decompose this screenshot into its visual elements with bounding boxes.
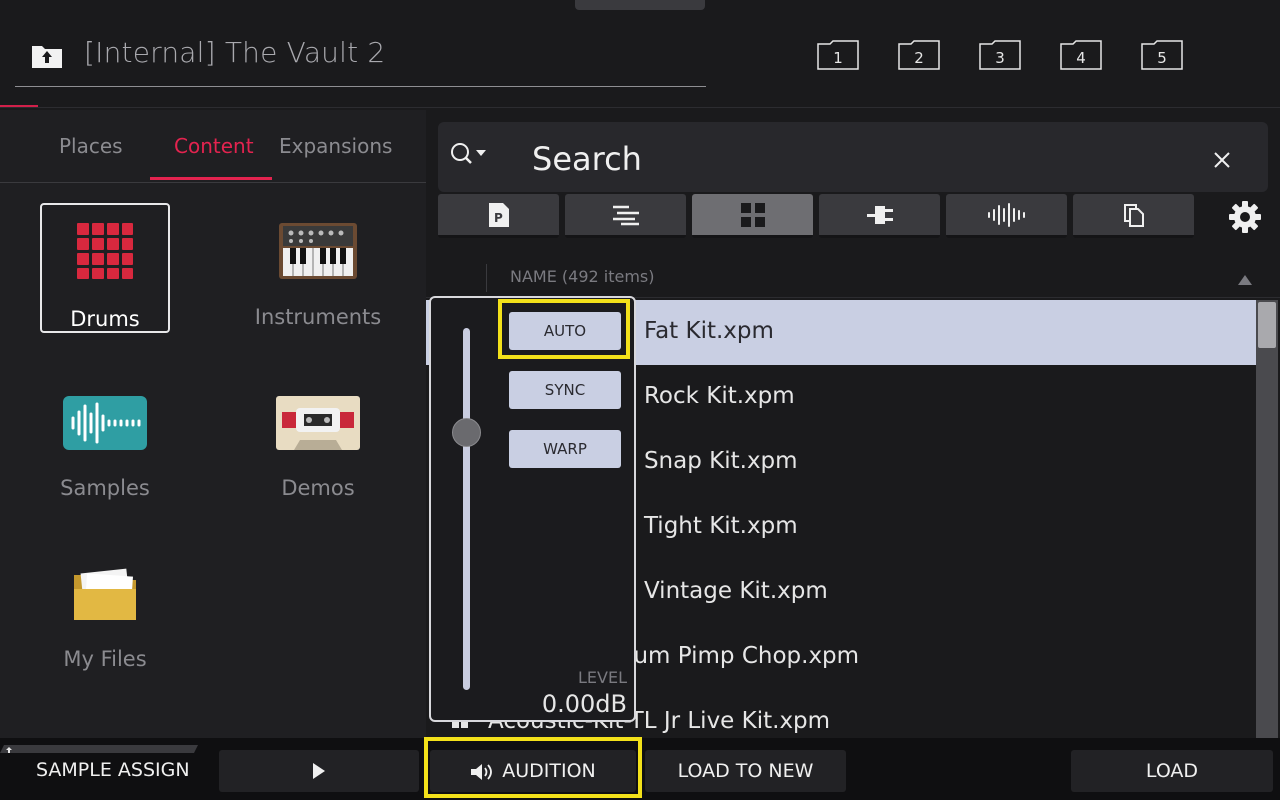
quick-folder-3[interactable]: 3 — [979, 40, 1021, 70]
level-slider-track[interactable] — [463, 328, 470, 690]
filter-kits-button[interactable] — [692, 194, 813, 238]
folder-up-icon[interactable] — [30, 40, 64, 70]
list-scrollbar[interactable] — [1256, 300, 1278, 738]
project-filter-icon — [1123, 203, 1144, 227]
list-item-label: c Fat Kit.xpm — [624, 318, 774, 344]
filter-plugins-button[interactable] — [819, 194, 940, 238]
quick-folder-label: 3 — [995, 49, 1005, 67]
filter-sequences-button[interactable] — [565, 194, 686, 238]
quick-folder-label: 2 — [914, 49, 924, 67]
level-value: 0.00dB — [541, 690, 627, 718]
shift-tab[interactable] — [0, 738, 198, 753]
sequence-filter-icon — [612, 205, 639, 225]
clear-search-icon[interactable] — [1214, 152, 1230, 172]
kit-grid-filter-icon — [740, 202, 765, 227]
content-item-label: Drums — [70, 307, 140, 331]
list-item-label: c Tight Kit.xpm — [624, 513, 798, 539]
load-button[interactable]: LOAD — [1071, 750, 1273, 792]
search-icon[interactable] — [448, 140, 494, 174]
program-filter-icon: P — [488, 202, 509, 227]
tab-expansions[interactable]: Expansions — [279, 134, 392, 158]
browser-sidebar: Places Content Expansions Drums Instrume… — [0, 110, 426, 738]
column-divider — [486, 264, 487, 292]
folder-icon — [72, 567, 138, 627]
drum-pads-icon — [77, 223, 133, 283]
list-header[interactable]: NAME (492 items) — [426, 258, 1280, 298]
sample-filter-icon — [987, 202, 1025, 227]
quick-folder-4[interactable]: 4 — [1060, 40, 1102, 70]
quick-folder-label: 4 — [1076, 49, 1086, 67]
sync-button[interactable]: SYNC — [509, 371, 621, 409]
play-icon — [313, 763, 325, 779]
quick-folder-label: 1 — [833, 49, 843, 67]
list-item-label: c Vintage Kit.xpm — [624, 578, 828, 604]
play-button[interactable] — [219, 750, 419, 792]
name-column-header[interactable]: NAME (492 items) — [510, 267, 655, 286]
divider — [0, 107, 1280, 108]
level-slider-knob[interactable] — [452, 418, 481, 447]
content-item-label: Samples — [60, 476, 150, 500]
auto-highlight — [498, 299, 630, 359]
content-item-drums[interactable]: Drums — [40, 203, 170, 333]
list-item-label: c Snap Kit.xpm — [624, 448, 798, 474]
sidebar-tabs: Places Content Expansions — [0, 110, 426, 183]
level-label: LEVEL — [578, 668, 627, 687]
sort-ascending-icon[interactable] — [1238, 270, 1252, 289]
content-item-demos[interactable]: Demos — [253, 374, 383, 504]
cassette-icon — [276, 396, 360, 454]
top-bar: [Internal] The Vault 2 1 2 3 4 5 — [0, 0, 1280, 108]
scrollbar-thumb[interactable] — [1258, 302, 1276, 348]
tab-places[interactable]: Places — [59, 134, 123, 158]
search-bar[interactable] — [438, 122, 1268, 192]
search-input[interactable] — [532, 140, 1182, 178]
load-to-new-track-button[interactable]: LOAD TO NEW TRACK — [645, 750, 846, 792]
content-item-my-files[interactable]: My Files — [40, 545, 170, 675]
content-item-label: Demos — [281, 476, 355, 500]
content-item-samples[interactable]: Samples — [40, 374, 170, 504]
svg-text:P: P — [494, 211, 503, 225]
quick-folder-5[interactable]: 5 — [1141, 40, 1183, 70]
list-item-label: rum Pimp Chop.xpm — [624, 643, 860, 669]
top-drawer-handle[interactable] — [575, 0, 705, 10]
sample-assign-label[interactable]: SAMPLE ASSIGN — [36, 759, 190, 781]
filter-samples-button[interactable] — [946, 194, 1067, 238]
audition-highlight — [424, 737, 642, 798]
list-item-label: c Rock Kit.xpm — [624, 383, 795, 409]
filter-programs-button[interactable]: P — [438, 194, 559, 238]
audition-level-popup: AUTO SYNC WARP LEVEL 0.00dB — [429, 296, 636, 722]
tab-active-underline — [150, 177, 272, 180]
tab-content[interactable]: Content — [174, 134, 254, 158]
waveform-icon — [63, 396, 147, 454]
content-item-label: Instruments — [254, 305, 382, 329]
path-underline — [15, 86, 706, 87]
quick-folder-1[interactable]: 1 — [817, 40, 859, 70]
current-path-title[interactable]: [Internal] The Vault 2 — [84, 36, 385, 69]
content-item-label: My Files — [63, 647, 147, 671]
filter-projects-button[interactable] — [1073, 194, 1194, 238]
settings-gear-icon[interactable] — [1228, 200, 1262, 234]
synth-keyboard-icon — [279, 223, 357, 283]
content-item-instruments[interactable]: Instruments — [253, 203, 383, 333]
plugin-filter-icon — [866, 205, 893, 224]
quick-folder-2[interactable]: 2 — [898, 40, 940, 70]
quick-folder-label: 5 — [1157, 49, 1167, 67]
warp-button[interactable]: WARP — [509, 430, 621, 468]
